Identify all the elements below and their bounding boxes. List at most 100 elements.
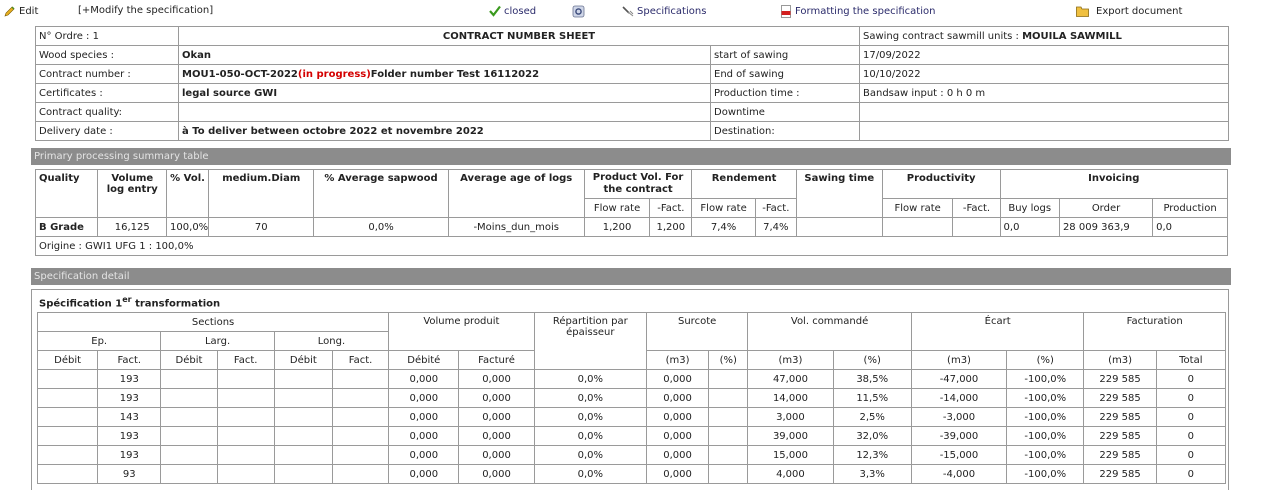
rd-flow-cell: 7,4% bbox=[691, 217, 756, 237]
pr-fact-cell bbox=[952, 217, 1001, 237]
ep-fact-cell: 93 bbox=[97, 464, 162, 484]
commande-m3-cell: 14,000 bbox=[747, 388, 834, 408]
commande-pct-cell: 32,0% bbox=[832, 426, 912, 446]
facturation-m3-cell: 229 585 bbox=[1083, 407, 1157, 427]
long-fact-cell bbox=[331, 445, 390, 465]
ecart-m3-cell: -4,000 bbox=[910, 464, 1008, 484]
commande-m3-cell: 3,000 bbox=[747, 407, 834, 427]
volume-facture-cell: 0,000 bbox=[458, 464, 535, 484]
pr-flow-cell bbox=[881, 217, 954, 237]
long-debit-cell bbox=[273, 426, 333, 446]
ep-debit-cell bbox=[36, 426, 99, 446]
quality-cell: B Grade bbox=[34, 217, 99, 237]
checkmark-icon bbox=[489, 5, 501, 17]
rd-fact-cell: 7,4% bbox=[754, 217, 797, 237]
export-button[interactable]: Export document bbox=[1076, 5, 1182, 17]
ecart-m3-header: (m3) bbox=[910, 350, 1008, 370]
commande-pct-cell: 2,5% bbox=[832, 407, 912, 427]
sawmill-units: Sawing contract sawmill units : MOUILA S… bbox=[859, 26, 1229, 46]
long-header: Long. bbox=[273, 331, 390, 351]
facturation-m3-cell: 229 585 bbox=[1083, 464, 1157, 484]
settings-button[interactable] bbox=[572, 5, 585, 18]
long-fact-cell bbox=[331, 426, 390, 446]
surcote-m3-cell: 0,000 bbox=[645, 445, 710, 465]
formatting-label: Formatting the specification bbox=[795, 5, 936, 17]
sections-header: Sections bbox=[36, 312, 390, 332]
total-cell: 0 bbox=[1155, 407, 1227, 427]
ecart-pct-cell: -100,0% bbox=[1006, 426, 1085, 446]
start-sawing-label: start of sawing bbox=[710, 45, 860, 65]
formatting-button[interactable]: Formatting the specification bbox=[780, 5, 936, 18]
larg-header: Larg. bbox=[160, 331, 275, 351]
larg-debit-cell bbox=[160, 369, 218, 389]
pr-fact-header: -Fact. bbox=[952, 198, 1001, 218]
sheet-title: CONTRACT NUMBER SHEET bbox=[178, 26, 860, 46]
edit-button[interactable]: Edit bbox=[4, 5, 38, 17]
rd-fact-header: -Fact. bbox=[754, 198, 797, 218]
long-fact-cell bbox=[331, 388, 390, 408]
surcote-m3-cell: 0,000 bbox=[645, 369, 710, 389]
facture-header: Facturé bbox=[458, 350, 535, 370]
larg-debit-cell bbox=[160, 407, 218, 427]
ecart-pct-cell: -100,0% bbox=[1006, 388, 1085, 408]
volume-cell: 16,125 bbox=[97, 217, 168, 237]
ep-header: Ep. bbox=[36, 331, 162, 351]
modify-specification-link[interactable]: [+Modify the specification] bbox=[78, 5, 213, 16]
commande-pct-cell: 3,3% bbox=[832, 464, 912, 484]
total-header: Total bbox=[1155, 350, 1227, 370]
ep-debit-cell bbox=[36, 369, 99, 389]
long-fact-cell bbox=[331, 369, 390, 389]
production-header: Production bbox=[1152, 198, 1228, 218]
summary-section-header: Primary processing summary table bbox=[31, 148, 1231, 165]
closed-status[interactable]: closed bbox=[489, 5, 536, 17]
long-debit-cell bbox=[273, 464, 333, 484]
average-sapwood-header: % Average sapwood bbox=[313, 169, 449, 218]
volume-facture-cell: 0,000 bbox=[458, 426, 535, 446]
detail-section-header: Specification detail bbox=[31, 268, 1231, 285]
end-sawing-label: End of sawing bbox=[710, 64, 860, 84]
commande-m3-cell: 47,000 bbox=[747, 369, 834, 389]
gear-icon bbox=[572, 5, 585, 18]
long-fact-header: Fact. bbox=[331, 350, 390, 370]
end-sawing-value: 10/10/2022 bbox=[859, 64, 1229, 84]
wood-species-label: Wood species : bbox=[35, 45, 179, 65]
units-label: Sawing contract sawmill units : bbox=[863, 30, 1023, 42]
long-fact-cell bbox=[331, 464, 390, 484]
long-debit-cell bbox=[273, 445, 333, 465]
diam-cell: 70 bbox=[208, 217, 315, 237]
surcote-m3-cell: 0,000 bbox=[645, 464, 710, 484]
buy-logs-header: Buy logs bbox=[999, 198, 1060, 218]
edit-pencil-icon bbox=[4, 5, 16, 17]
larg-debit-cell bbox=[160, 426, 218, 446]
larg-fact-cell bbox=[216, 388, 275, 408]
quality-header: Quality bbox=[34, 169, 99, 218]
ecart-pct-cell: -100,0% bbox=[1006, 445, 1085, 465]
production-time-value: Bandsaw input : 0 h 0 m bbox=[859, 83, 1229, 103]
average-age-header: Average age of logs bbox=[447, 169, 585, 218]
volume-log-entry-header: Volume log entry bbox=[97, 169, 168, 218]
specifications-button[interactable]: Specifications bbox=[622, 5, 706, 17]
pv-fact-header: -Fact. bbox=[649, 198, 693, 218]
larg-fact-cell bbox=[216, 426, 275, 446]
facturation-m3-cell: 229 585 bbox=[1083, 388, 1157, 408]
volume-debite-cell: 0,000 bbox=[388, 464, 460, 484]
larg-debit-cell bbox=[160, 445, 218, 465]
pv-flow-rate-header: Flow rate bbox=[583, 198, 651, 218]
pv-flow-cell: 1,200 bbox=[583, 217, 651, 237]
downtime-value bbox=[859, 102, 1229, 122]
pv-fact-cell: 1,200 bbox=[649, 217, 693, 237]
volume-debite-cell: 0,000 bbox=[388, 369, 460, 389]
surcote-pct-cell bbox=[708, 426, 749, 446]
debite-header: Débité bbox=[388, 350, 460, 370]
repartition-cell: 0,0% bbox=[533, 388, 647, 408]
commande-m3-header: (m3) bbox=[747, 350, 834, 370]
sapwood-cell: 0,0% bbox=[313, 217, 449, 237]
volume-facture-cell: 0,000 bbox=[458, 445, 535, 465]
commande-pct-cell: 11,5% bbox=[832, 388, 912, 408]
pct-vol-cell: 100,0% bbox=[166, 217, 210, 237]
invoicing-header: Invoicing bbox=[999, 169, 1229, 199]
repartition-cell: 0,0% bbox=[533, 464, 647, 484]
downtime-label: Downtime bbox=[710, 102, 860, 122]
volume-debite-cell: 0,000 bbox=[388, 445, 460, 465]
buy-logs-cell: 0,0 bbox=[999, 217, 1060, 237]
